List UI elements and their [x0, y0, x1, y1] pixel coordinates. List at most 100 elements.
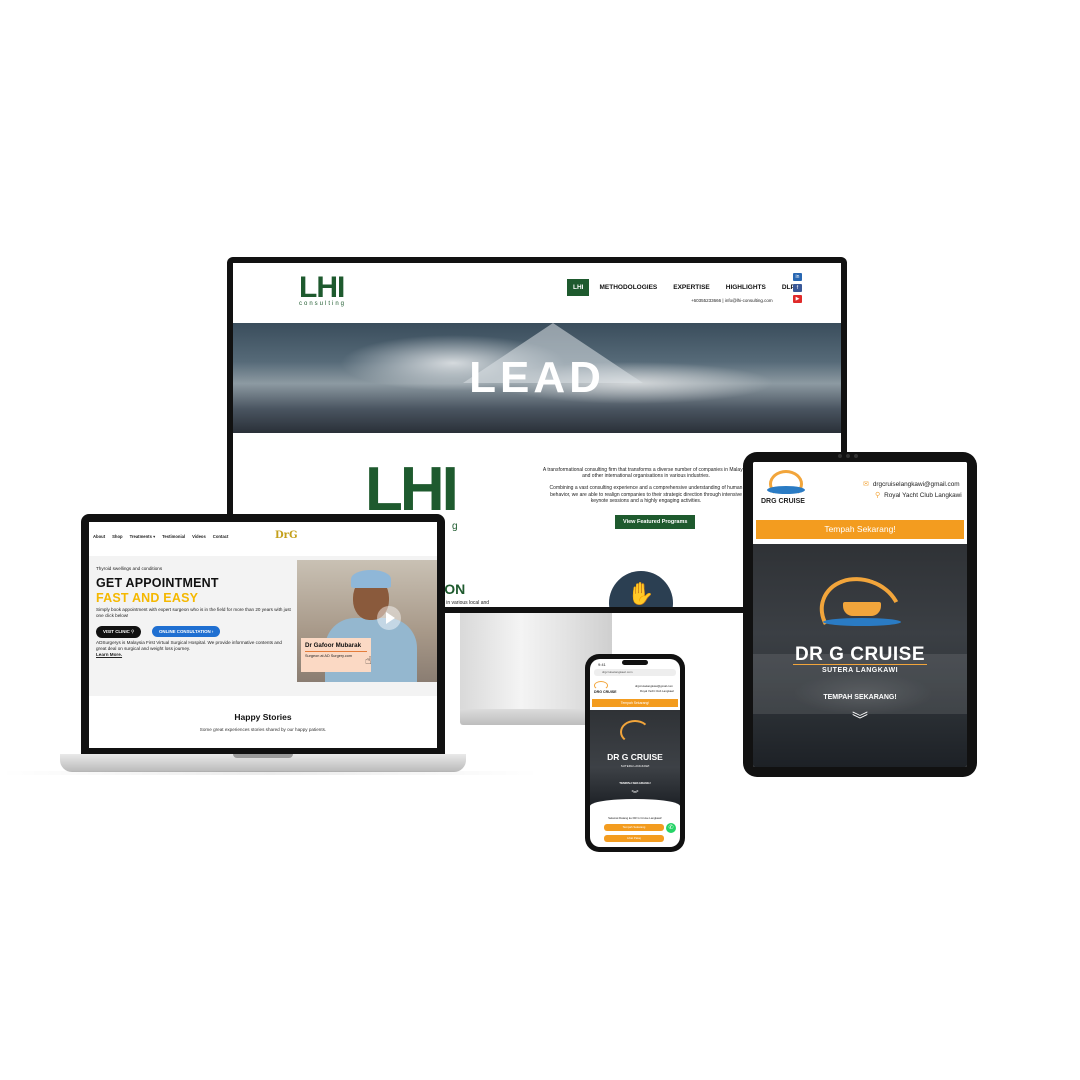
lhi-contact[interactable]: +60355233666 | info@lhi-consulting.com: [691, 298, 773, 303]
lhi-hero-title: LEAD: [469, 353, 605, 402]
lhi-big-logo-sub: g: [452, 521, 461, 532]
location-pin-icon: ⚲: [875, 492, 881, 499]
phone-location: Royal Yacht Club Langkawi: [640, 689, 674, 693]
chevron-down-icon[interactable]: ︾: [753, 713, 967, 729]
lhi-logo[interactable]: LHI consulting: [299, 271, 347, 308]
ship-icon: [843, 602, 881, 616]
ag-hero: Thyroid swellings and conditions GET APP…: [89, 556, 437, 696]
learn-more-link[interactable]: Learn More.: [96, 652, 292, 658]
tablet-screen: DRG CRUISE ✉ drgcruiselangkawi@gmail.com …: [753, 462, 967, 767]
online-consultation-button[interactable]: ONLINE CONSULTATION ›: [152, 626, 221, 637]
lhi-header: LHI consulting LHI METHODOLOGIES EXPERTI…: [233, 263, 841, 323]
doctor-name: Dr Gafoor Mubarak: [305, 642, 367, 652]
ag-nav-about[interactable]: About: [93, 534, 105, 539]
lhi-nav: LHI METHODOLOGIES EXPERTISE HIGHLIGHTS D…: [567, 279, 801, 296]
nav-item-highlights[interactable]: HIGHLIGHTS: [720, 279, 772, 296]
phone-logo-text: DRG CRUISE: [594, 690, 617, 694]
lhi-about: A transformational consulting firm that …: [541, 467, 751, 510]
ag-nav-links: About Shop Treatments ▾ Testimonial Vide…: [93, 534, 228, 539]
lhi-logo-sub: consulting: [299, 301, 347, 307]
ag-eyebrow: Thyroid swellings and conditions: [96, 566, 163, 571]
stories-title: Happy Stories: [234, 712, 292, 722]
ag-nav-treatments[interactable]: Treatments ▾: [130, 534, 156, 539]
lhi-social: in f ▶: [793, 273, 802, 303]
drg-hero-logo: [809, 565, 913, 661]
hand-cursor-icon: ☝: [365, 655, 372, 667]
doctor-cap: [351, 570, 391, 588]
drg-email-text: drgcruiselangkawi@gmail.com: [872, 481, 960, 488]
nav-item-expertise[interactable]: EXPERTISE: [667, 279, 715, 296]
doctor-role: Surgeon at AD Surgery.com: [305, 654, 352, 658]
nav-item-lhi[interactable]: LHI: [567, 279, 590, 296]
hands-icon: ✋: [627, 581, 655, 606]
phone-email[interactable]: drgcruiselangkawi@gmail.com: [635, 684, 673, 688]
laptop-shadow: [0, 771, 540, 775]
logo-wave: [767, 486, 805, 494]
phone-book-button[interactable]: Tempah Sekarang: [604, 824, 664, 831]
ag-note-text: ADSurgerys is Malaysia First Virtual Sur…: [96, 640, 282, 652]
status-time: 9:41: [598, 662, 606, 667]
lhi-about-p1: A transformational consulting firm that …: [542, 467, 750, 480]
chevron-down-icon[interactable]: ︾: [590, 791, 680, 798]
ag-nav-videos[interactable]: Videos: [192, 534, 206, 539]
drg-logo-text: DRG CRUISE: [761, 498, 805, 505]
drg-email[interactable]: ✉ drgcruiselangkawi@gmail.com: [863, 480, 960, 488]
phone-hero-tempah[interactable]: TEMPAH SEKARANG!: [590, 781, 680, 785]
phone-hero: DR G CRUISE SUTERA LANGKAWI TEMPAH SEKAR…: [590, 710, 680, 806]
lhi-big-logo: LHI: [365, 455, 459, 524]
ag-nav-testimonial[interactable]: Testimonial: [162, 534, 185, 539]
tablet-camera: [838, 454, 868, 459]
nav-item-methodologies[interactable]: METHODOLOGIES: [593, 279, 663, 296]
ag-nav-shop[interactable]: Shop: [112, 534, 122, 539]
laptop: About Shop Treatments ▾ Testimonial Vide…: [81, 514, 445, 754]
phone-hero-title: DR G CRUISE: [607, 752, 663, 762]
phone-url-bar[interactable]: drgcruiselangkawi.com: [594, 669, 676, 676]
phone-status-bar: 9:41: [590, 659, 680, 669]
phone: 9:41 drgcruiselangkawi.com DRG CRUISE dr…: [585, 654, 685, 852]
drg-hero-sub: SUTERA LANGKAWI: [821, 667, 899, 674]
ag-nav-contact[interactable]: Contact: [213, 534, 229, 539]
stories-subtitle: Some great experiences stories shared by…: [199, 727, 327, 732]
drg-hero: DR G CRUISE SUTERA LANGKAWI TEMPAH SEKAR…: [753, 544, 967, 767]
phone-screen: 9:41 drgcruiselangkawi.com DRG CRUISE dr…: [590, 659, 680, 847]
view-programs-button[interactable]: View Featured Programs: [615, 515, 696, 529]
laptop-notch: [233, 754, 293, 758]
phone-drg-logo[interactable]: DRG CRUISE: [594, 681, 617, 694]
phone-welcome: Selamat Datang ke DR G Cruise Langkawi!: [608, 816, 662, 820]
lhi-logo-mark: LHI: [299, 271, 345, 304]
drg-location: ⚲ Royal Yacht Club Langkawi: [875, 491, 962, 499]
ag-headline-accent: FAST AND EASY: [96, 591, 199, 605]
drg-header: DRG CRUISE ✉ drgcruiselangkawi@gmail.com …: [753, 462, 967, 518]
linkedin-icon[interactable]: in: [793, 273, 802, 281]
tablet: DRG CRUISE ✉ drgcruiselangkawi@gmail.com …: [743, 452, 977, 777]
drg-logo[interactable]: DrG: [275, 530, 297, 541]
sea-wave: [823, 618, 901, 626]
hero-underline: [793, 664, 927, 665]
tempah-sekarang-button[interactable]: Tempah Sekarang!: [756, 520, 964, 539]
ag-headline: GET APPOINTMENT: [96, 576, 219, 590]
drg-hero-title: DR G CRUISE: [794, 644, 926, 665]
lhi-about-p2: Combining a vast consulting experience a…: [549, 485, 743, 504]
facebook-icon[interactable]: f: [793, 284, 802, 292]
logo-arc: [620, 720, 650, 744]
drg-cruise-logo[interactable]: DRG CRUISE: [761, 470, 811, 506]
youtube-icon[interactable]: ▶: [793, 295, 802, 303]
drg-hero-tempah[interactable]: TEMPAH SEKARANG!: [753, 694, 967, 701]
laptop-screen: About Shop Treatments ▾ Testimonial Vide…: [89, 522, 437, 748]
whatsapp-icon[interactable]: ✆: [666, 823, 676, 833]
phone-wave-divider: [590, 799, 680, 813]
ag-note: ADSurgerys is Malaysia First Virtual Sur…: [96, 640, 292, 659]
ag-description: Simply book appointment with expert surg…: [96, 607, 291, 618]
play-icon[interactable]: [377, 606, 401, 630]
phone-tempah-button[interactable]: Tempah Sekarang!: [592, 699, 678, 707]
drg-location-text: Royal Yacht Club Langkawi: [884, 492, 962, 499]
ag-nav: About Shop Treatments ▾ Testimonial Vide…: [89, 522, 437, 556]
phone-packages-button[interactable]: Lihat Pakej: [604, 835, 664, 842]
phone-notch: [622, 660, 648, 665]
visit-clinic-button[interactable]: VISIT CLINIC ⚲: [96, 626, 142, 638]
doctor-card: Dr Gafoor Mubarak Surgeon at AD Surgery.…: [301, 638, 371, 672]
lhi-hero: LEAD: [233, 323, 841, 433]
logo-ring: [594, 681, 608, 690]
phone-hero-sub: SUTERA LANGKAWI: [620, 764, 650, 768]
mail-icon: ✉: [863, 481, 869, 488]
